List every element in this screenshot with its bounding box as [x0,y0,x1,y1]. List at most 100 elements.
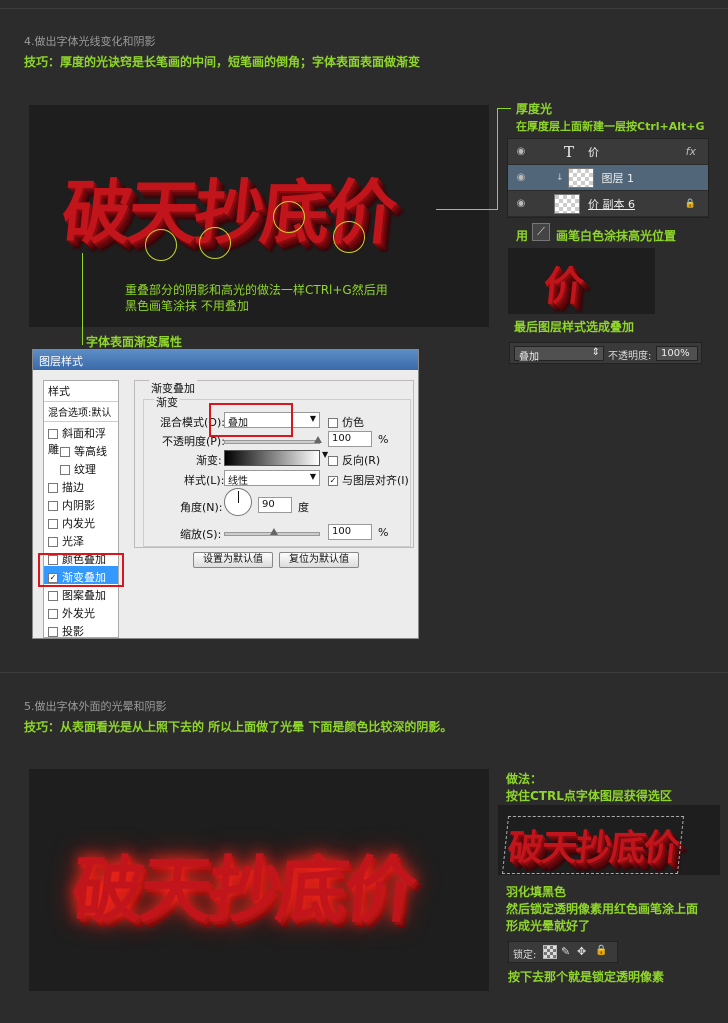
blend-mode-value: 叠加 [519,352,539,363]
style-item-drop-shadow[interactable]: 投影 [44,620,118,638]
brush-note-pre: 用 [516,229,529,243]
feather-line-3: 形成光晕就好了 [506,919,591,933]
chevron-down-icon: ⇕ [591,347,600,358]
style-item-texture[interactable]: 纹理 [44,458,118,476]
layer-name: 价 [588,145,600,159]
brush-icon[interactable]: ✎ [561,945,570,958]
feather-line-2: 然后锁定透明像素用红色画笔涂上面 [506,902,699,916]
lock-icon[interactable]: 🔒 [595,945,607,956]
dither-checkbox[interactable]: 仿色 [328,414,364,430]
art-panel-2: 破天抄底价 [29,769,489,991]
section-divider [0,672,728,673]
selection-preview-text: 破天抄底价 [502,816,684,874]
opacity-unit: % [378,433,389,446]
char-preview-panel: 价 [508,248,655,314]
section-5-title: 5.做出字体外面的光晕和阴影 [24,700,167,713]
method-step-1: 按住CTRL点字体图层获得选区 [506,789,672,803]
dialog-title: 图层样式 [33,350,418,370]
reverse-checkbox[interactable]: 反向(R) [328,452,380,468]
connector-line [497,108,498,210]
sub-title: 渐变 [154,394,180,410]
align-checkbox[interactable]: ✓ 与图层对齐(I) [328,472,409,488]
text-layer-icon: T [564,142,575,161]
highlight-box [38,553,124,587]
highlight-circle [333,221,365,253]
lock-note: 按下去那个就是锁定透明像素 [508,970,665,984]
chevron-down-icon: ▼ [309,414,316,423]
style-select[interactable]: 线性 ▼ [224,470,320,487]
last-layer-note: 最后图层样式选成叠加 [514,320,635,334]
style-item-outer-glow[interactable]: 外发光 [44,602,118,620]
char-preview: 价 [541,263,587,310]
lock-icon: 🔒 [684,198,696,209]
section-5-tip: 技巧：从表面看光是从上照下去的 所以上面做了光晕 下面是颜色比较深的阴影。 [24,720,453,734]
connector-line [436,209,498,210]
opacity-slider[interactable] [224,440,320,444]
layers-panel: ◉ T 价 fx ◉ ↓ 图层 1 ◉ 价 副本 6 🔒 [507,138,709,218]
scale-unit: % [378,526,389,539]
scale-input[interactable]: 100 [328,524,372,540]
opacity-label: 不透明度: [608,351,652,362]
highlight-circle [145,229,177,261]
thickness-desc: 在厚度层上面新建一层按Ctrl+Alt+G [516,120,705,133]
brush-icon: ⟋ [532,223,550,241]
move-icon[interactable]: ✥ [577,945,586,958]
style-item-inner-shadow[interactable]: 内阴影 [44,494,118,512]
gradient-swatch[interactable] [224,450,320,466]
angle-label: 角度(N): [180,501,223,514]
style-item-bevel[interactable]: 斜面和浮雕 [44,422,118,456]
selection-preview-panel: 破天抄底价 [498,805,720,875]
style-item-stroke[interactable]: 描边 [44,476,118,494]
lock-bar: 锁定: ✎ ✥ 🔒 [508,941,618,963]
art-text-glow: 破天抄底价 [67,847,417,932]
eye-icon[interactable]: ◉ [514,146,528,157]
connector-line [82,253,83,345]
lock-label: 锁定: [513,950,537,961]
angle-dial[interactable] [224,488,252,516]
thickness-title: 厚度光 [516,102,553,116]
styles-header[interactable]: 样式 [44,381,118,402]
eye-icon[interactable]: ◉ [514,198,528,209]
reset-default-button[interactable]: 复位为默认值 [279,552,359,568]
layer-thumbnail [554,193,580,214]
layer-thumbnail [567,167,594,188]
layer-row-text[interactable]: ◉ T 价 fx [508,139,708,165]
scale-label: 缩放(S): [180,528,222,541]
highlight-box [209,403,293,437]
blend-options-item[interactable]: 混合选项:默认 [44,402,118,422]
lock-transparent-icon[interactable] [543,945,557,959]
slider-knob[interactable] [270,528,278,535]
style-label: 样式(L): [184,474,225,487]
art-panel-1: 破天抄底价 重叠部分的阴影和高光的做法一样CTRl+G然后用 黑色画笔涂抹 不用… [29,105,489,327]
eye-icon[interactable]: ◉ [514,172,528,183]
section-4-title: 4.做出字体光线变化和阴影 [24,35,156,48]
brush-note-post: 画笔白色涂抹高光位置 [556,229,677,243]
chevron-down-icon: ▼ [309,472,316,481]
method-title: 做法： [506,772,543,786]
layer-row-selected[interactable]: ◉ ↓ 图层 1 [508,165,708,191]
opacity-input[interactable]: 100% [656,346,698,361]
style-item-satin[interactable]: 光泽 [44,530,118,548]
layer-style-dialog: 图层样式 样式 混合选项:默认 斜面和浮雕 等高线 纹理 描边 内阴影 内发光 … [32,349,419,639]
section-4-tip: 技巧：厚度的光诀窍是长笔画的中间，短笔画的倒角；字体表面表面做渐变 [24,55,421,69]
opacity-value: 100% [661,348,690,359]
layer-row-copy[interactable]: ◉ 价 副本 6 🔒 [508,191,708,217]
style-value: 线性 [228,476,248,487]
clip-arrow-icon: ↓ [556,172,564,183]
angle-unit: 度 [298,501,309,514]
layer-name: 价 副本 6 [588,197,635,211]
fx-icon[interactable]: fx [686,145,696,158]
angle-input[interactable]: 90 [258,497,292,513]
connector-line [497,108,511,109]
feather-line-1: 羽化填黑色 [506,885,567,899]
top-divider [0,8,728,9]
highlight-circle [273,201,305,233]
opacity-input[interactable]: 100 [328,431,372,447]
style-item-inner-glow[interactable]: 内发光 [44,512,118,530]
slider-knob[interactable] [314,436,322,443]
gradient-prop-label: 字体表面渐变属性 [86,335,183,349]
blend-mode-select[interactable]: 叠加 ⇕ [514,346,604,363]
set-default-button[interactable]: 设置为默认值 [193,552,273,568]
gradient-label: 渐变: [196,454,222,467]
layer-name: 图层 1 [601,171,635,185]
